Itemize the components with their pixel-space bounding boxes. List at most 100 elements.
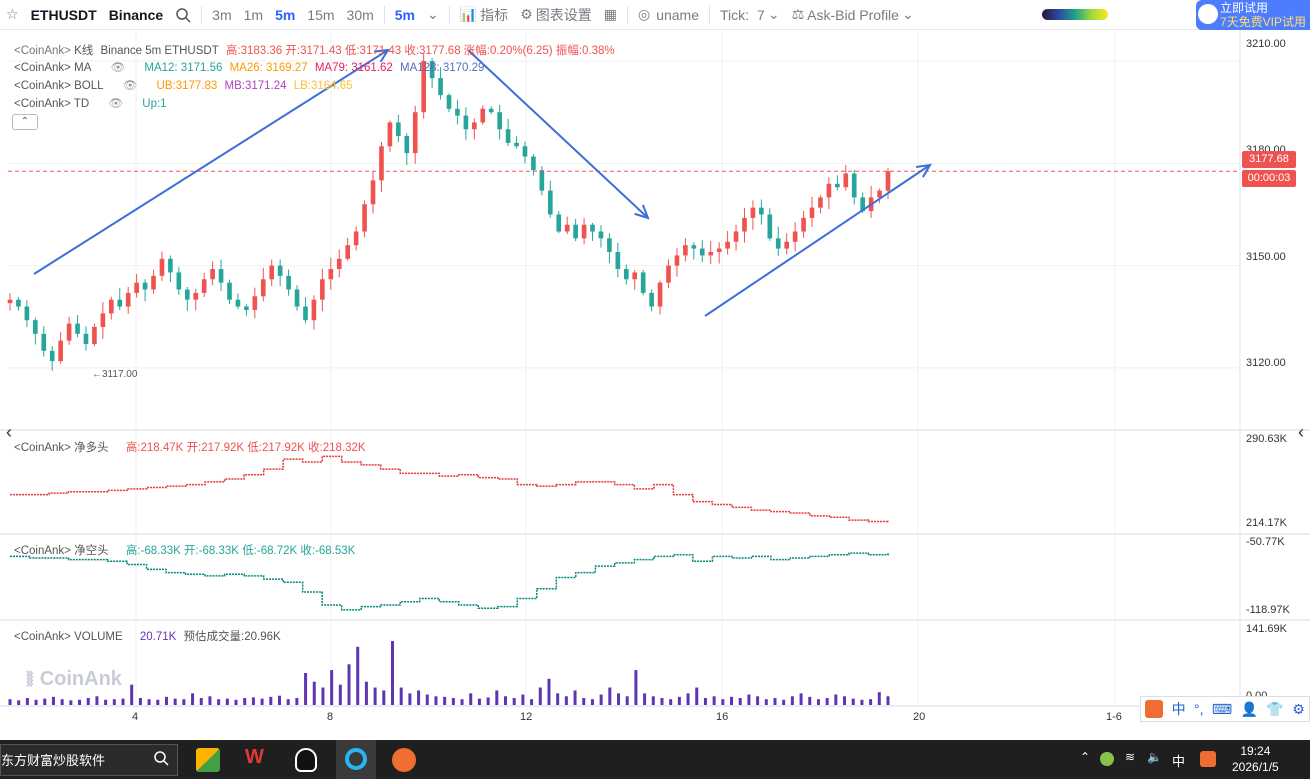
candle-body — [505, 129, 511, 143]
heatmap-color-scale[interactable] — [1042, 9, 1108, 20]
volume-bar — [225, 698, 229, 705]
interval-5m[interactable]: 5m — [269, 0, 301, 30]
gear-icon: ⚙ — [520, 6, 533, 22]
chevron-left-icon-right[interactable]: ‹ — [1292, 418, 1310, 446]
x-tick: 1-6 — [1106, 711, 1122, 723]
chart-settings-label: 图表设置 — [535, 6, 592, 23]
volume-bar — [312, 681, 316, 705]
chart-settings-button[interactable]: ⚙ 图表设置 — [514, 0, 598, 30]
exchange-label[interactable]: Binance — [103, 0, 169, 30]
candle-body — [108, 299, 114, 314]
taskbar-lang[interactable]: 中 — [1172, 751, 1185, 770]
search-icon[interactable] — [169, 0, 197, 30]
volume-bar — [443, 696, 447, 705]
candle-body — [590, 224, 595, 232]
x-tick: 20 — [913, 711, 926, 723]
indicators-button[interactable]: 📊 指标 — [454, 0, 514, 30]
eye-slash-icon[interactable]: 👁 — [108, 98, 123, 110]
qq-icon[interactable] — [295, 748, 317, 772]
interval-1m[interactable]: 1m — [238, 0, 269, 30]
taskbar-search-box[interactable]: 东方财富炒股软件 — [0, 743, 178, 776]
legend-name: 净空头 — [74, 545, 109, 557]
clock[interactable]: 19:24 2026/1/5 — [1232, 743, 1279, 775]
interval-dropdown[interactable]: 5m — [389, 0, 421, 30]
candle-body — [497, 112, 502, 130]
tray-green-icon[interactable] — [1100, 752, 1114, 766]
search-icon — [153, 750, 169, 769]
promo-line2: 7天免费VIP试用 — [1220, 15, 1307, 29]
interval-30m[interactable]: 30m — [341, 0, 380, 30]
net-short-tick: -50.77K — [1246, 536, 1285, 548]
ime-tray-icon[interactable] — [1200, 751, 1216, 767]
net-long-line — [10, 455, 889, 523]
volume-bar — [816, 699, 820, 705]
volume-bar — [799, 693, 803, 705]
candle-body — [404, 136, 410, 154]
candle-body — [125, 292, 131, 307]
keyboard-icon[interactable]: ⌨ — [1212, 701, 1232, 718]
volume-bar — [512, 698, 516, 705]
eye-slash-icon[interactable]: 👁 — [123, 80, 138, 92]
net-long-legend: <CoinAnk> 净多头 高:218.47K 开:217.92K 低:217.… — [14, 439, 370, 455]
chart-area[interactable]: <CoinAnk> K线 Binance 5m ETHUSDT 高:3183.3… — [0, 30, 1310, 740]
interval-15m[interactable]: 15m — [301, 0, 340, 30]
search-text: 东方财富炒股软件 — [1, 753, 106, 768]
eye-slash-icon[interactable]: 👁 — [111, 62, 126, 74]
candle-body — [649, 292, 654, 307]
candle-body — [531, 156, 536, 171]
app-grid-icon[interactable] — [196, 748, 220, 772]
x-tick: 4 — [132, 711, 139, 723]
user-icon[interactable]: 👤 — [1241, 701, 1258, 718]
candle-body — [244, 306, 249, 310]
candle-body — [826, 183, 832, 198]
watermark-text: CoinAnk — [39, 667, 122, 690]
layout-grid-icon[interactable]: ▦ — [598, 0, 623, 30]
wps-icon[interactable]: W — [245, 746, 264, 769]
star-icon[interactable]: ☆ — [0, 0, 25, 30]
candle-body — [742, 217, 747, 232]
ask-bid-profile-button[interactable]: ⚖ Ask-Bid Profile ⌄ — [786, 0, 920, 30]
volume-bar — [677, 696, 681, 705]
uname-button[interactable]: ◎ uname — [632, 0, 705, 30]
legend-name: MA — [74, 62, 92, 74]
candle-body — [877, 190, 882, 198]
candle-body — [792, 231, 798, 242]
volume-icon[interactable]: 🔈 — [1147, 750, 1162, 764]
candle-body — [708, 251, 714, 256]
volume-bar — [17, 700, 21, 705]
vip-trial-button[interactable]: 立即试用 7天免费VIP试用 — [1196, 0, 1310, 30]
volume-bar — [625, 696, 629, 705]
candle-body — [134, 282, 139, 293]
candle-body — [885, 171, 891, 191]
candle-body — [581, 224, 587, 239]
collapse-legend-button[interactable]: ⌃ — [12, 114, 38, 130]
interval-3m[interactable]: 3m — [206, 0, 237, 30]
ime-punct-icon[interactable]: °, — [1194, 701, 1204, 717]
browser-icon[interactable] — [336, 740, 376, 779]
wifi-icon[interactable]: ≋ — [1125, 750, 1135, 764]
volume-bar — [399, 687, 403, 705]
chevron-down-icon[interactable]: ⌄ — [421, 0, 445, 30]
tray-up-chevron-icon[interactable]: ⌃ — [1080, 750, 1090, 764]
tick-selector[interactable]: Tick: 7 ⌄ — [714, 0, 786, 30]
shirt-icon[interactable]: 👕 — [1266, 701, 1283, 718]
candle-body — [556, 214, 562, 232]
ime-toolbar[interactable]: 中 °, ⌨ 👤 👕 ⚙ — [1140, 696, 1310, 722]
kline-legend: <CoinAnk> K线 Binance 5m ETHUSDT 高:3183.3… — [14, 42, 619, 58]
net-long-low: 低:217.92K — [247, 442, 305, 454]
net-long-tick: 290.63K — [1246, 433, 1287, 445]
candle-body — [353, 231, 359, 246]
x-tick: 12 — [520, 711, 533, 723]
settings-icon[interactable]: ⚙ — [1292, 701, 1305, 718]
ime-lang[interactable]: 中 — [1172, 699, 1186, 719]
symbol-label[interactable]: ETHUSDT — [25, 0, 103, 30]
legend-name: 净多头 — [74, 442, 109, 454]
volume-bar — [356, 646, 360, 705]
profile-icon: ⚖ — [791, 6, 805, 22]
chevron-left-icon[interactable]: ‹ — [0, 418, 18, 446]
feather-app-icon[interactable] — [392, 748, 416, 772]
candle-body — [41, 333, 47, 351]
ime-logo-icon[interactable] — [1145, 700, 1164, 718]
candle-body — [818, 197, 823, 208]
candle-body — [767, 214, 773, 239]
